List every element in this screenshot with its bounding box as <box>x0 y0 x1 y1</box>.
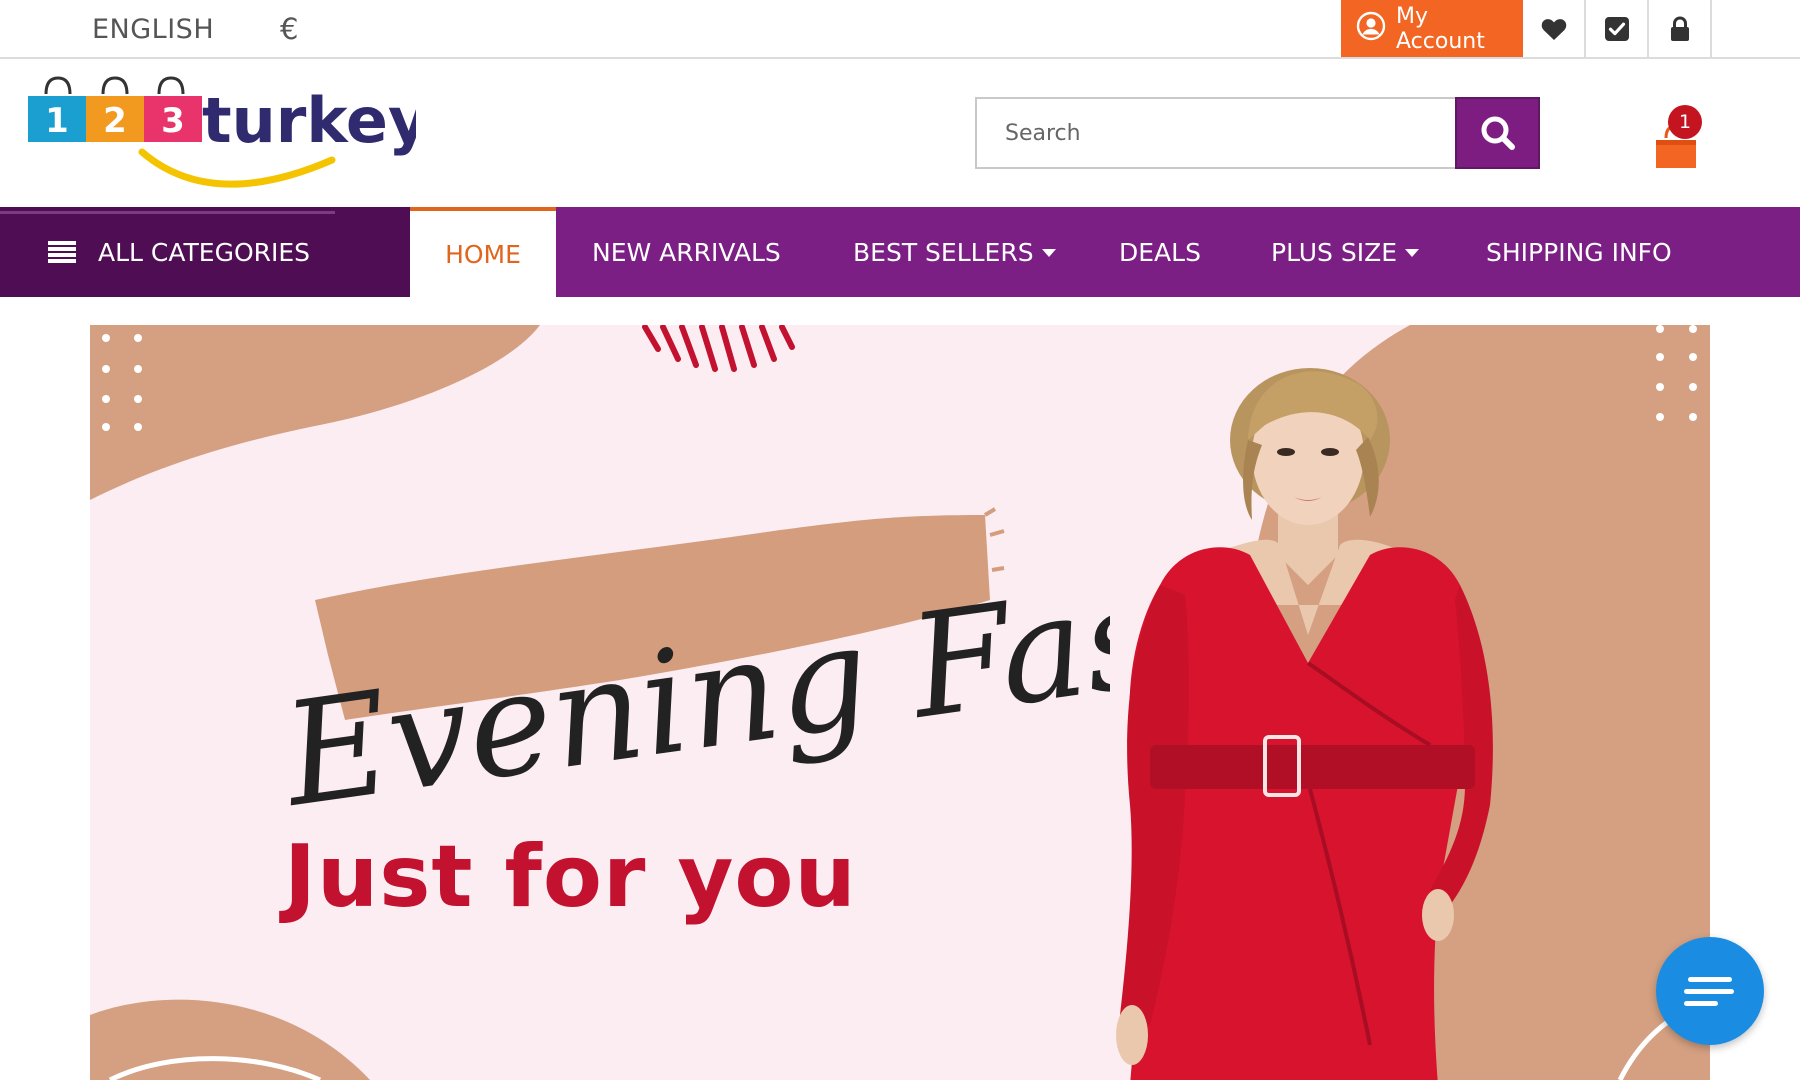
nav-item-label: HOME <box>445 239 521 269</box>
logo-digit-3: 3 <box>161 101 185 141</box>
menu-icon <box>48 241 76 263</box>
hero-script-title: Evening Fashion <box>280 535 1110 835</box>
cart-button[interactable]: 1 <box>1650 104 1706 170</box>
search-button[interactable] <box>1455 97 1540 169</box>
svg-text:Evening Fashion: Evening Fashion <box>280 535 1110 835</box>
nav-item-deals[interactable]: DEALS <box>1119 207 1201 297</box>
nav-item-shipping-info[interactable]: SHIPPING INFO <box>1486 207 1672 297</box>
nav-item-home[interactable]: HOME <box>410 207 556 297</box>
language-selector[interactable]: ENGLISH <box>92 14 214 45</box>
search-bar <box>975 97 1540 169</box>
top-utility-bar: ENGLISH € My Account <box>0 0 1800 59</box>
nav-item-label: DEALS <box>1119 237 1201 267</box>
login-button[interactable] <box>1649 0 1712 57</box>
lock-icon <box>1670 16 1689 41</box>
nav-item-label: BEST SELLERS <box>853 237 1034 267</box>
my-account-button[interactable]: My Account <box>1341 0 1523 57</box>
all-categories-label: ALL CATEGORIES <box>98 237 311 267</box>
chat-button[interactable] <box>1656 937 1764 1045</box>
main-navigation: ALL CATEGORIES HOME NEW ARRIVALS BEST SE… <box>0 207 1800 297</box>
site-logo[interactable]: 1 2 3 turkey <box>26 74 428 196</box>
compare-button[interactable] <box>1586 0 1649 57</box>
nav-item-best-sellers[interactable]: BEST SELLERS <box>853 207 1056 297</box>
nav-item-label: NEW ARRIVALS <box>592 237 781 267</box>
all-categories-button[interactable]: ALL CATEGORIES <box>0 207 410 297</box>
search-input[interactable] <box>977 99 1538 167</box>
hero-banner[interactable]: Evening Fashion Just for you <box>90 325 1710 1080</box>
chat-icon <box>1684 977 1734 1006</box>
check-icon <box>1604 16 1629 41</box>
heart-icon <box>1541 18 1566 40</box>
logo-digit-2: 2 <box>103 101 127 141</box>
hero-tagline: Just for you <box>284 827 857 927</box>
model-image <box>1116 368 1493 1080</box>
logo-brand: turkey <box>202 84 416 157</box>
currency-selector[interactable]: € <box>280 12 298 46</box>
nav-item-new-arrivals[interactable]: NEW ARRIVALS <box>592 207 781 297</box>
nav-item-label: SHIPPING INFO <box>1486 237 1672 267</box>
chevron-down-icon <box>1041 249 1056 257</box>
wishlist-button[interactable] <box>1523 0 1586 57</box>
account-icon <box>1356 11 1386 47</box>
cart-count-badge: 1 <box>1668 105 1702 139</box>
my-account-label: My Account <box>1396 3 1485 54</box>
nav-item-plus-size[interactable]: PLUS SIZE <box>1271 207 1420 297</box>
nav-item-label: PLUS SIZE <box>1271 237 1398 267</box>
logo-digit-1: 1 <box>45 101 69 141</box>
search-icon <box>1481 116 1515 150</box>
chevron-down-icon <box>1405 249 1420 257</box>
